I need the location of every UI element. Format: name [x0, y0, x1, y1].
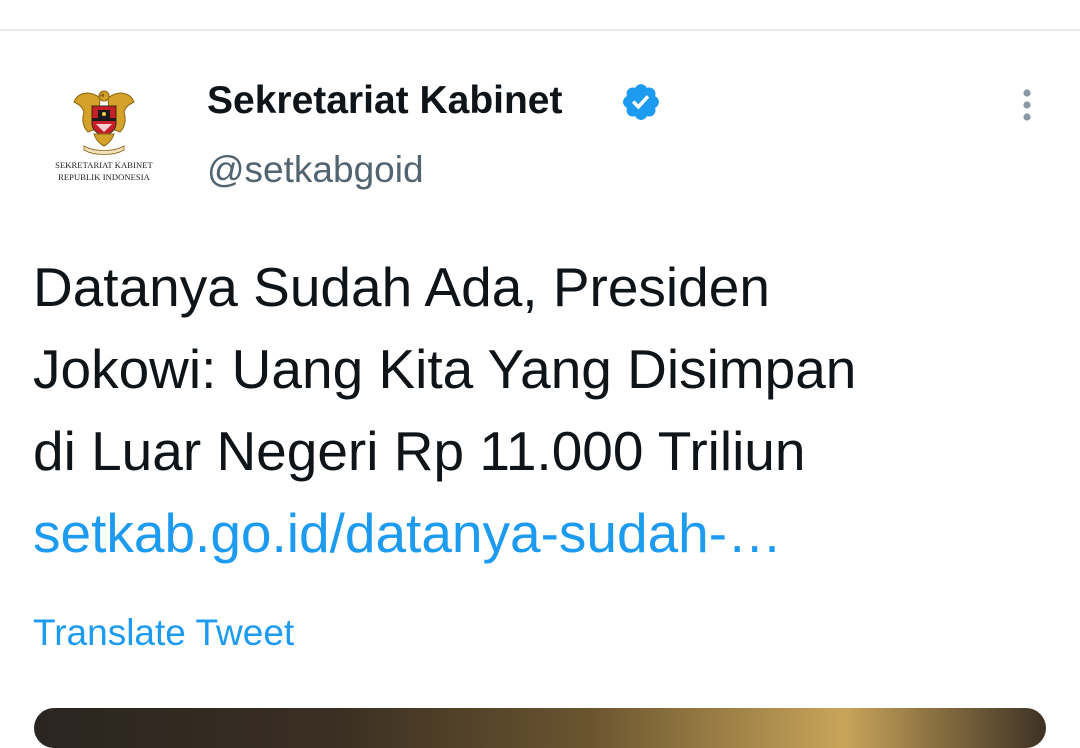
avatar[interactable]: SEKRETARIAT KABINET REPUBLIK INDONESIA: [38, 72, 170, 204]
display-name[interactable]: Sekretariat Kabinet: [207, 78, 562, 124]
account-handle[interactable]: @setkabgoid: [207, 148, 424, 192]
tweet-text-line: di Luar Negeri Rp 11.000 Triliun: [33, 420, 806, 482]
tweet-text-line: Datanya Sudah Ada, Presiden: [33, 256, 770, 318]
avatar-caption-line1: SEKRETARIAT KABINET: [55, 160, 153, 170]
garuda-emblem-icon: [73, 90, 135, 155]
tweet-body: Datanya Sudah Ada, Presiden Jokowi: Uang…: [33, 246, 1053, 574]
avatar-caption-line2: REPUBLIK INDONESIA: [58, 172, 150, 182]
verified-badge-icon[interactable]: [620, 81, 662, 123]
top-divider: [0, 29, 1080, 31]
translate-tweet-link[interactable]: Translate Tweet: [33, 610, 294, 656]
media-preview[interactable]: [34, 708, 1046, 748]
tweet-text-line: Jokowi: Uang Kita Yang Disimpan: [33, 338, 857, 400]
more-options-icon[interactable]: [1010, 84, 1044, 126]
tweet-link[interactable]: setkab.go.id/datanya-sudah-…: [33, 492, 1053, 574]
